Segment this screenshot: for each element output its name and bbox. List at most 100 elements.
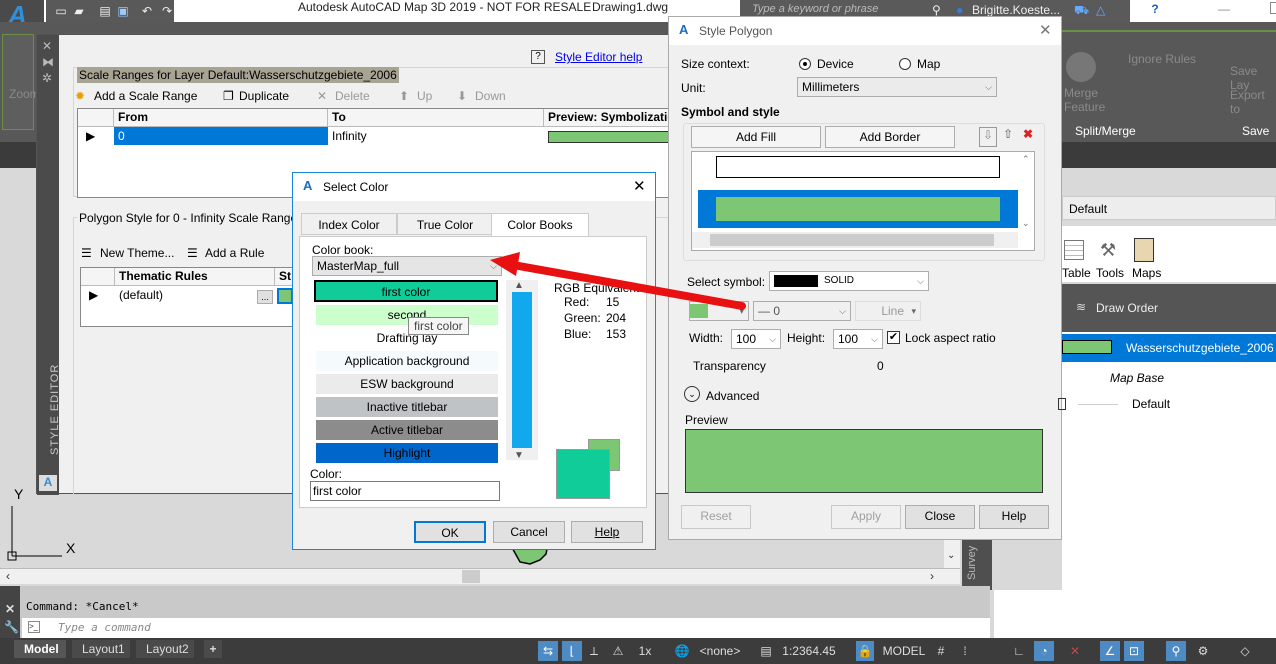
minimize-icon[interactable]: —: [1218, 2, 1230, 16]
ignore-rules-button[interactable]: Ignore Rules: [1128, 52, 1196, 66]
close-icon[interactable]: ✕: [1039, 21, 1052, 39]
color-item-first-color[interactable]: first color: [313, 279, 499, 303]
object-snap-icon[interactable]: ⊡: [1124, 641, 1144, 661]
osnap-tracking-icon[interactable]: ∠: [1100, 641, 1120, 661]
help-icon[interactable]: ?: [1146, 2, 1164, 20]
draw-order-button[interactable]: Draw Order: [1096, 301, 1158, 315]
duplicate-button[interactable]: Duplicate: [239, 89, 289, 103]
color-item-drafting-layout[interactable]: Drafting lay: [316, 328, 498, 348]
customize-wrench-icon[interactable]: 🔧: [4, 620, 19, 634]
polar-tracking-icon[interactable]: ◔: [1034, 641, 1054, 661]
ok-button[interactable]: OK: [414, 521, 486, 543]
annotation-scale[interactable]: 1x: [630, 641, 660, 661]
scroll-down-icon[interactable]: ⌄: [1022, 218, 1030, 229]
color-item-second-color[interactable]: second: [316, 305, 498, 325]
width-select[interactable]: 100 ⌵: [731, 329, 781, 349]
layer-item-wasserschutzgebiete[interactable]: Wasserschutzgebiete_2006: [1062, 334, 1276, 362]
close-button[interactable]: Close: [905, 505, 975, 529]
tab-true-color[interactable]: True Color: [397, 213, 493, 235]
color-item-application-background[interactable]: Application background: [316, 351, 498, 371]
cart-icon[interactable]: ⛟: [1074, 3, 1089, 19]
cell-from[interactable]: 0: [114, 127, 328, 145]
ortho-icon[interactable]: ⟂: [584, 641, 604, 661]
open-icon[interactable]: ▰: [72, 4, 86, 18]
new-theme-button[interactable]: New Theme...: [100, 246, 174, 260]
scroll-left-icon[interactable]: ‹: [6, 569, 10, 583]
column-header-preview[interactable]: Preview: Symbolization: [544, 109, 678, 127]
table-button[interactable]: Table: [1062, 266, 1091, 280]
edit-rule-button[interactable]: ...: [257, 290, 273, 304]
map-select[interactable]: Default: [1062, 196, 1276, 220]
color-book-select[interactable]: MasterMap_full ⌵: [312, 256, 502, 276]
redo-icon[interactable]: ↷: [160, 4, 174, 18]
color-item-highlight[interactable]: Highlight: [316, 443, 498, 463]
style-swatch[interactable]: [277, 288, 293, 304]
color-item-esw-background[interactable]: ESW background: [316, 374, 498, 394]
symbol-select[interactable]: SOLID ⌵: [769, 271, 929, 291]
column-header-to[interactable]: To: [328, 109, 544, 127]
transparency-value[interactable]: 0: [877, 359, 884, 373]
a360-icon[interactable]: △: [1096, 3, 1105, 17]
color-item-inactive-titlebar[interactable]: Inactive titlebar: [316, 397, 498, 417]
isodraft-icon[interactable]: ✕: [1066, 641, 1084, 661]
isolate-objects-icon[interactable]: ◇: [1236, 641, 1254, 661]
color-name-input[interactable]: [310, 481, 500, 501]
reset-button[interactable]: Reset: [681, 505, 751, 529]
unit-select[interactable]: Millimeters ⌵: [797, 77, 997, 97]
properties-icon[interactable]: ✲: [42, 71, 52, 85]
save-icon[interactable]: ▤: [98, 4, 112, 18]
lock-aspect-checkbox[interactable]: ✔: [887, 331, 900, 344]
map-radio[interactable]: [899, 58, 911, 70]
tab-model[interactable]: Model: [14, 640, 66, 658]
cell-to[interactable]: Infinity: [328, 127, 367, 145]
help-button[interactable]: Help: [979, 505, 1049, 529]
tab-layout1[interactable]: Layout1: [72, 640, 130, 658]
model-space-icon[interactable]: ⇆: [538, 641, 558, 661]
scroll-right-icon[interactable]: ›: [930, 569, 934, 583]
annotation-scale-icon[interactable]: ⚠: [608, 641, 628, 661]
add-layout-button[interactable]: +: [204, 640, 222, 658]
undo-icon[interactable]: ↶: [140, 4, 154, 18]
apply-button[interactable]: Apply: [831, 505, 901, 529]
move-down-icon[interactable]: ⇩: [979, 127, 997, 147]
default-item[interactable]: Default: [1132, 397, 1170, 411]
layer-checkbox[interactable]: [1058, 398, 1066, 410]
device-radio[interactable]: [799, 58, 811, 70]
ortho-mode-icon[interactable]: ∟: [1010, 641, 1028, 661]
symbol-layer-list[interactable]: ⌃ ⌄: [691, 151, 1035, 251]
rule-cell[interactable]: (default): [115, 286, 163, 304]
color-item-active-titlebar[interactable]: Active titlebar: [316, 420, 498, 440]
maximize-icon[interactable]: [1270, 2, 1276, 14]
tab-index-color[interactable]: Index Color: [301, 213, 397, 235]
help-button[interactable]: Help: [571, 521, 643, 543]
close-icon[interactable]: ✕: [5, 602, 15, 616]
coordinate-system[interactable]: <none>: [694, 641, 746, 661]
grid-icon[interactable]: #: [932, 641, 950, 661]
delete-layer-icon[interactable]: ✖: [1019, 127, 1037, 147]
add-scale-range-button[interactable]: Add a Scale Range: [94, 89, 197, 103]
add-rule-button[interactable]: Add a Rule: [205, 246, 264, 260]
tab-layout2[interactable]: Layout2: [136, 640, 194, 658]
group-name[interactable]: Map Base: [1110, 371, 1164, 385]
map-scale[interactable]: 1:2364.45: [776, 641, 842, 661]
scroll-thumb[interactable]: [462, 570, 480, 583]
line-type-select[interactable]: Line ▾: [855, 301, 921, 321]
export-button[interactable]: Export to: [1230, 88, 1276, 116]
merge-feature-button[interactable]: Merge Feature: [1064, 86, 1105, 114]
fill-layer-item[interactable]: [698, 190, 1018, 228]
tools-button[interactable]: Tools: [1096, 266, 1124, 280]
border-layer-swatch[interactable]: [716, 156, 1000, 178]
expand-advanced-icon[interactable]: ⌄: [684, 386, 700, 402]
column-header-thematic-rules[interactable]: Thematic Rules: [115, 268, 275, 286]
workspace-gear-icon[interactable]: ⚙: [1194, 641, 1212, 661]
move-up-icon[interactable]: ⇧: [999, 127, 1017, 147]
line-weight-select[interactable]: — 0 ⌵: [753, 301, 851, 321]
horizontal-scrollbar[interactable]: [692, 232, 1018, 248]
down-button[interactable]: Down: [475, 89, 506, 103]
scroll-down-icon[interactable]: ▼: [514, 450, 524, 461]
snap-icon[interactable]: ⁞: [956, 641, 974, 661]
scroll-up-icon[interactable]: ⌃: [1022, 154, 1030, 165]
close-icon[interactable]: ✕: [633, 177, 646, 195]
cancel-button[interactable]: Cancel: [493, 521, 565, 543]
plot-icon[interactable]: ▣: [116, 4, 130, 18]
